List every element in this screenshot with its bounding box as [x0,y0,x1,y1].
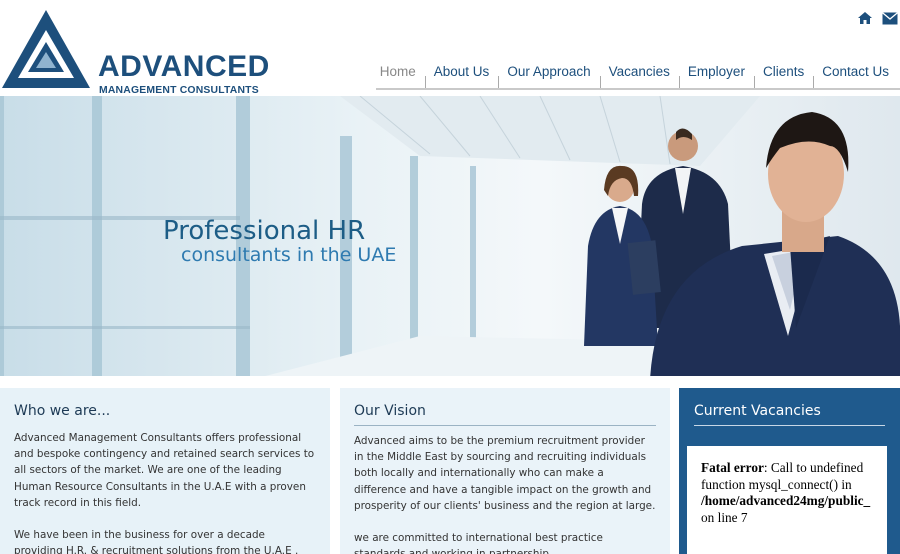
logo-wordmark: ADVANCED [98,50,270,83]
hero-banner: Professional HR consultants in the UAE [0,94,900,378]
nav-clients[interactable]: Clients [753,64,813,90]
nav-contact-us[interactable]: Contact Us [813,64,898,90]
nav-our-approach[interactable]: Our Approach [498,64,599,90]
home-icon[interactable] [857,10,873,24]
nav-employer[interactable]: Employer [678,64,754,90]
nav-vacancies[interactable]: Vacancies [599,64,679,90]
site-header: ADVANCED MANAGEMENT CONSULTANTS Home Abo… [0,0,900,96]
mail-icon[interactable] [882,10,898,25]
error-line: on line 7 [701,509,748,525]
company-logo[interactable]: ADVANCED MANAGEMENT CONSULTANTS [0,8,270,96]
who-we-are-heading: Who we are... [14,403,111,419]
our-vision-paragraph-1: Advanced aims to be the premium recruitm… [354,435,656,512]
our-vision-panel: Our Vision Advanced aims to be the premi… [340,388,670,554]
main-navigation: Home About Us Our Approach Vacancies Emp… [371,62,898,90]
content-panels: Who we are... Advanced Management Consul… [0,388,900,554]
nav-about-us[interactable]: About Us [424,64,499,90]
our-vision-paragraph-2: we are committed to international best p… [354,532,603,554]
who-we-are-paragraph-1: Advanced Management Consultants offers p… [14,432,315,509]
error-file-path: /home/advanced24mg/public_ [701,493,871,508]
who-we-are-panel: Who we are... Advanced Management Consul… [0,388,330,554]
current-vacancies-heading: Current Vacancies [694,402,885,426]
header-icon-bar [857,10,898,25]
our-vision-heading: Our Vision [354,402,656,426]
nav-divider [376,88,900,90]
error-label: Fatal error [701,460,764,475]
hero-office-image [0,96,900,376]
php-error-message: Fatal error: Call to undefined function … [687,446,887,554]
logo-triangle-icon [2,10,90,88]
nav-home[interactable]: Home [371,64,425,90]
current-vacancies-panel: Current Vacancies Fatal error: Call to u… [679,388,900,554]
who-we-are-paragraph-2: We have been in the business for over a … [14,529,299,554]
hero-subheadline: consultants in the UAE [181,244,397,266]
hero-headline: Professional HR [163,216,366,246]
